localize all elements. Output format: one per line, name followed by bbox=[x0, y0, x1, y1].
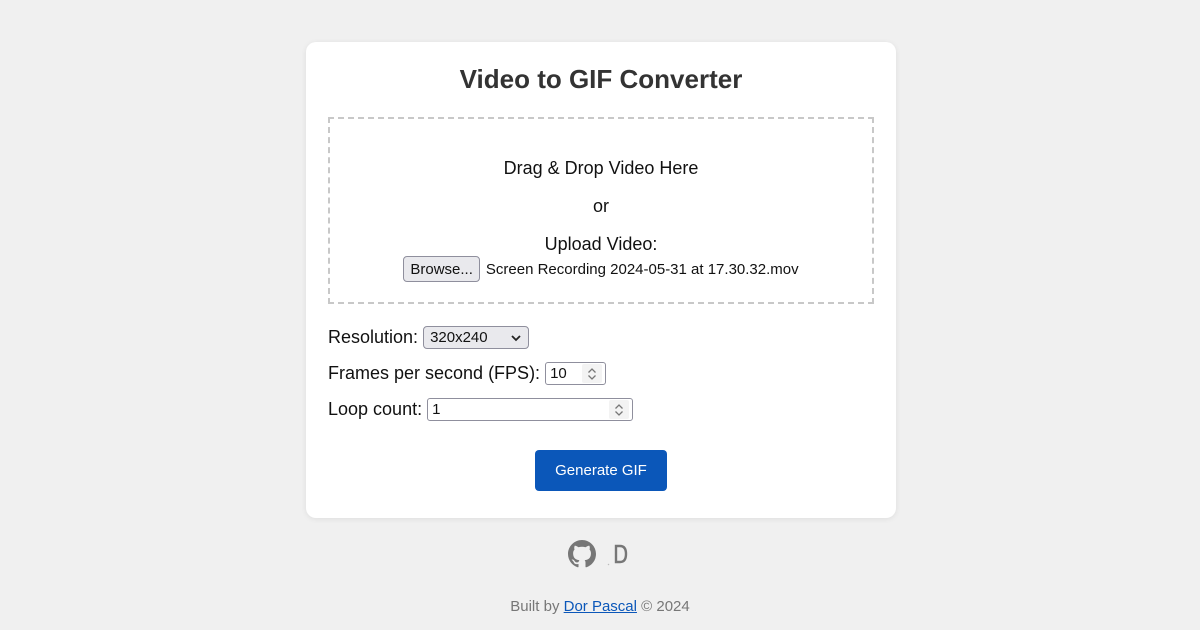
resolution-row: Resolution: 320x240 bbox=[328, 326, 530, 349]
loop-label: Loop count: bbox=[328, 399, 423, 419]
drop-zone[interactable]: Drag & Drop Video Here or Upload Video: … bbox=[328, 117, 874, 304]
copyright-text: © 2024 bbox=[641, 598, 690, 615]
resolution-label: Resolution: bbox=[328, 327, 419, 347]
loop-count-input[interactable]: 1 bbox=[427, 398, 634, 421]
github-icon[interactable] bbox=[568, 540, 596, 568]
chevron-down-icon[interactable] bbox=[614, 410, 624, 417]
fps-row: Frames per second (FPS): 10 bbox=[328, 362, 607, 385]
page-title: Video to GIF Converter bbox=[459, 64, 743, 94]
loop-row: Loop count: 1 bbox=[328, 398, 634, 421]
fps-value: 10 bbox=[550, 365, 567, 382]
browse-button[interactable]: Browse... bbox=[403, 256, 480, 282]
fps-label: Frames per second (FPS): bbox=[328, 363, 541, 383]
social-icons bbox=[568, 540, 630, 568]
generate-gif-button[interactable]: Generate GIF bbox=[535, 450, 667, 491]
selected-file-name: Screen Recording 2024-05-31 at 17.30.32.… bbox=[485, 260, 799, 278]
resolution-value: 320x240 bbox=[430, 329, 488, 346]
chevron-up-icon[interactable] bbox=[587, 367, 597, 374]
fps-input[interactable]: 10 bbox=[545, 362, 607, 385]
drag-drop-text: Drag & Drop Video Here bbox=[503, 158, 699, 178]
author-link[interactable]: Dor Pascal bbox=[564, 598, 637, 615]
chevron-up-icon[interactable] bbox=[614, 403, 624, 410]
chevron-down-icon[interactable] bbox=[587, 374, 597, 381]
resolution-select[interactable]: 320x240 bbox=[423, 326, 530, 349]
built-by-text: Built by bbox=[510, 598, 560, 615]
loop-stepper[interactable] bbox=[609, 400, 630, 419]
fps-stepper[interactable] bbox=[582, 364, 603, 383]
chevron-down-icon bbox=[511, 334, 521, 341]
footer: Built by Dor Pascal © 2024 bbox=[0, 598, 1200, 615]
upload-video-label: Upload Video: bbox=[544, 234, 658, 254]
converter-card: Video to GIF Converter Drag & Drop Video… bbox=[306, 42, 896, 518]
dev-icon[interactable] bbox=[606, 540, 630, 568]
or-text: or bbox=[592, 196, 609, 216]
file-input[interactable]: Browse... Screen Recording 2024-05-31 at… bbox=[330, 256, 872, 282]
loop-value: 1 bbox=[432, 401, 441, 418]
